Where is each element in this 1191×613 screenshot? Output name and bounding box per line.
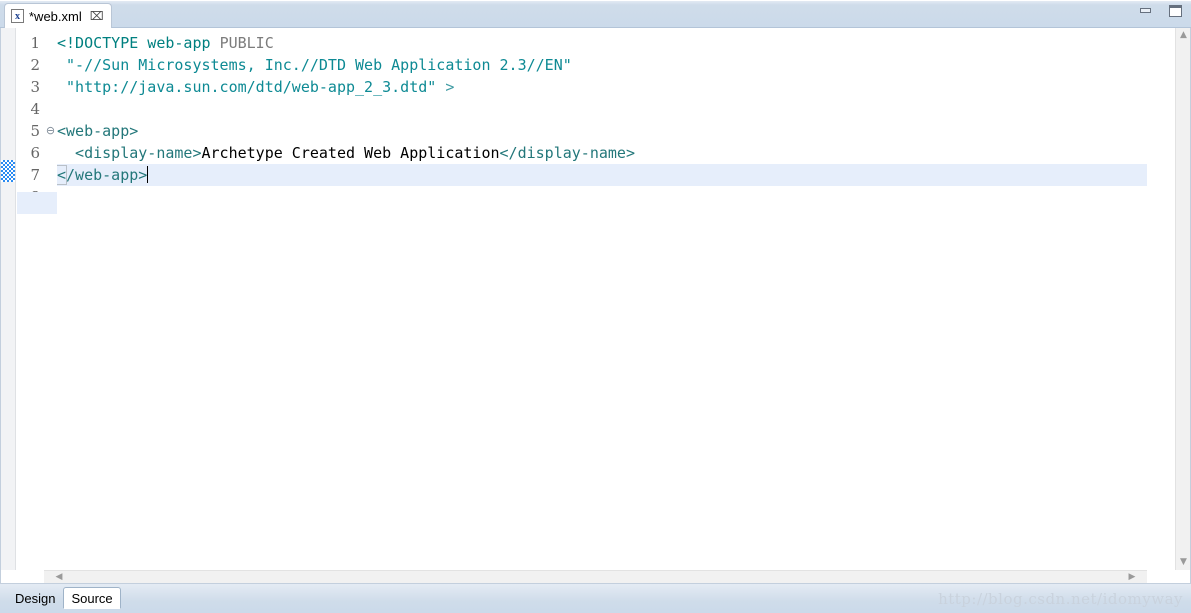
code-line[interactable]: </web-app> (57, 164, 149, 186)
line-number-ruler: 12345678 (17, 28, 44, 570)
xml-editor-window: x *web.xml ⌧ 12345678 ⊖ <!DOCTYPE web-ap… (0, 0, 1191, 613)
line-number: 7 (30, 166, 40, 184)
line-number: 2 (30, 56, 40, 74)
editor-tab-web-xml[interactable]: x *web.xml ⌧ (4, 3, 112, 28)
xml-file-icon: x (11, 9, 24, 23)
line-number: 1 (30, 34, 40, 52)
scroll-left-icon[interactable]: ◀ (52, 571, 66, 584)
editor-tab-label: *web.xml (29, 8, 82, 24)
code-token: <web-app> (57, 122, 139, 140)
text-caret (147, 166, 149, 183)
code-line[interactable]: <web-app> (57, 120, 138, 142)
scroll-down-icon[interactable]: ▼ (1176, 555, 1191, 570)
window-controls (1138, 4, 1183, 18)
horizontal-scrollbar[interactable]: ◀ ▶ (44, 570, 1147, 584)
code-line[interactable]: <display-name>Archetype Created Web Appl… (57, 142, 635, 164)
scroll-up-icon[interactable]: ▲ (1176, 28, 1191, 43)
code-token: </display-name> (499, 144, 635, 162)
editor-tab-bar: x *web.xml ⌧ (0, 0, 1191, 28)
current-line-highlight (57, 164, 1147, 186)
code-line[interactable]: "http://java.sun.com/dtd/web-app_2_3.dtd… (57, 76, 454, 98)
fold-collapse-icon[interactable]: ⊖ (45, 120, 56, 142)
code-token: "http://java.sun.com/dtd/web-app_2_3.dtd… (57, 78, 437, 96)
code-token: <display-name> (57, 144, 202, 162)
folding-ruler[interactable]: ⊖ (44, 28, 57, 570)
change-marker (1, 160, 15, 182)
code-token: "-//Sun Microsystems, Inc.//DTD Web Appl… (57, 56, 572, 74)
line-number: 3 (30, 78, 40, 96)
current-line-gutter-highlight (17, 192, 57, 214)
page-tab-design[interactable]: Design (7, 587, 63, 609)
line-number: 6 (30, 144, 40, 162)
code-token: <!DOCTYPE web-app (57, 34, 220, 52)
line-number: 4 (30, 100, 40, 118)
code-line[interactable]: <!DOCTYPE web-app PUBLIC (57, 32, 274, 54)
code-token: > (436, 78, 455, 96)
code-token: Archetype Created Web Application (201, 144, 500, 162)
annotation-ruler[interactable] (0, 28, 16, 570)
page-tab-source[interactable]: Source (63, 587, 121, 609)
tab-bar-highlight (0, 0, 1191, 1)
minimize-icon[interactable] (1138, 4, 1154, 18)
page-tabs: Design Source (7, 587, 121, 609)
code-line[interactable]: "-//Sun Microsystems, Inc.//DTD Web Appl… (57, 54, 572, 76)
code-token: </web-app> (57, 166, 148, 184)
scroll-right-icon[interactable]: ▶ (1125, 571, 1139, 584)
watermark-text: http://blog.csdn.net/idomyway (938, 590, 1183, 608)
editor-page-tab-bar: Design Source http://blog.csdn.net/idomyw… (0, 584, 1191, 613)
line-number: 5 (30, 122, 40, 140)
editor-body: 12345678 ⊖ <!DOCTYPE web-app PUBLIC "-//… (0, 28, 1191, 584)
close-icon[interactable]: ⌧ (90, 10, 104, 22)
maximize-restore-icon[interactable] (1167, 4, 1183, 18)
code-text-area[interactable]: <!DOCTYPE web-app PUBLIC "-//Sun Microsy… (57, 28, 1147, 570)
code-token: PUBLIC (219, 34, 274, 52)
vertical-scrollbar[interactable]: ▲ ▼ (1175, 28, 1191, 570)
